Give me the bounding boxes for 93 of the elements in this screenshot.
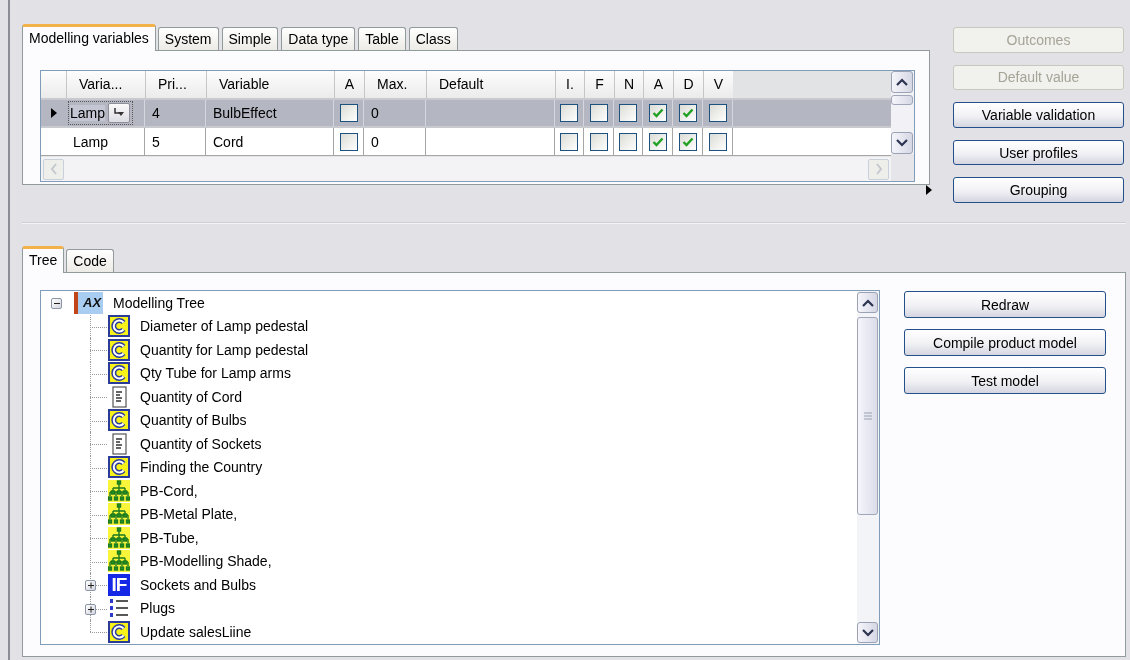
tree-item[interactable]: Finding the Country — [140, 459, 263, 476]
pointer-icon — [926, 185, 932, 195]
table-cell: BulbEffect — [206, 100, 334, 126]
checkbox[interactable] — [648, 132, 667, 151]
tree-item[interactable]: Quantity for Lamp pedestal — [140, 341, 309, 358]
tree-item[interactable]: Quantity of Bulbs — [140, 412, 247, 429]
scrollbar-thumb[interactable] — [891, 95, 913, 105]
plus-icon — [86, 582, 95, 589]
checkbox[interactable] — [589, 132, 608, 151]
column-header[interactable]: F — [584, 71, 614, 98]
scroll-up-button[interactable] — [891, 71, 913, 93]
tree-item[interactable]: Sockets and Bulbs — [140, 576, 256, 593]
table-cell: 4 — [145, 100, 206, 126]
scrollbar-thumb[interactable] — [857, 317, 878, 515]
action-button[interactable]: User profiles — [953, 139, 1124, 166]
tab[interactable]: Simple — [221, 27, 279, 50]
column-header[interactable]: A — [643, 71, 673, 98]
action-button[interactable]: Variable validation — [953, 102, 1124, 128]
tab[interactable]: System — [157, 27, 219, 50]
column-header[interactable]: N — [614, 71, 643, 98]
plus-icon — [86, 605, 95, 613]
action-button[interactable]: Redraw — [904, 291, 1106, 318]
table-cell: 0 — [364, 100, 426, 126]
row-pointer-icon — [49, 107, 58, 119]
scroll-down-button[interactable] — [857, 622, 878, 643]
tab[interactable]: Class — [408, 27, 458, 50]
tab[interactable]: Code — [66, 249, 114, 272]
chevron-left-icon — [49, 163, 58, 175]
action-button[interactable]: Test model — [904, 367, 1106, 394]
collapse-button[interactable] — [51, 298, 62, 309]
type-badge: IF — [108, 573, 130, 596]
checkbox[interactable] — [678, 132, 697, 151]
tree-item[interactable]: Qty Tube for Lamp arms — [140, 365, 291, 382]
tree-item[interactable]: Modelling Tree — [113, 294, 205, 311]
tree-item[interactable]: Update salesLiine — [140, 623, 252, 640]
vertical-scrollbar[interactable] — [857, 291, 879, 644]
action-button[interactable]: Grouping — [953, 177, 1124, 203]
action-button[interactable]: Compile product model — [904, 329, 1106, 356]
grip-icon — [863, 412, 872, 420]
column-header[interactable]: A — [334, 71, 364, 98]
column-header[interactable]: I. — [555, 71, 584, 98]
checkbox[interactable] — [619, 104, 637, 122]
chevron-up-icon — [896, 78, 908, 86]
column-header[interactable]: D — [673, 71, 703, 98]
cell-editor[interactable]: Lamp — [68, 101, 134, 125]
tree-item[interactable]: Quantity of Sockets — [140, 435, 262, 452]
tab[interactable]: Table — [358, 27, 406, 50]
tree-item[interactable]: PB-Tube, — [140, 529, 199, 546]
column-header[interactable]: V — [703, 71, 733, 98]
tree-item[interactable]: Plugs — [140, 600, 176, 617]
column-header[interactable]: Max. — [364, 71, 426, 98]
tab[interactable]: Tree — [22, 246, 65, 273]
tree-item[interactable]: PB-Modelling Shade, — [140, 553, 272, 570]
checkbox[interactable] — [648, 104, 667, 122]
checkbox[interactable] — [560, 132, 578, 151]
expand-button[interactable] — [85, 580, 96, 591]
checkbox[interactable] — [589, 104, 608, 122]
chevron-down-icon — [861, 628, 874, 637]
column-header[interactable]: Variable — [206, 71, 334, 98]
tree-item[interactable]: PB-Metal Plate, — [140, 506, 238, 523]
expand-button[interactable] — [85, 603, 96, 615]
header-corner — [41, 71, 66, 98]
checkbox[interactable] — [339, 104, 358, 122]
table-row[interactable]: Lamp 5 Cord 0 — [41, 128, 891, 156]
checkbox[interactable] — [560, 104, 578, 122]
table-cell: 5 — [145, 128, 206, 155]
column-header[interactable]: Varia... — [66, 71, 145, 98]
chevron-right-icon — [874, 163, 883, 175]
table-cell: Cord — [206, 128, 334, 155]
scrollbar-corner — [891, 154, 914, 181]
vertical-scrollbar[interactable] — [891, 71, 914, 154]
checkbox[interactable] — [708, 104, 727, 122]
tab[interactable]: Data type — [281, 27, 356, 50]
chevron-up-icon — [861, 298, 874, 307]
checkbox[interactable] — [678, 104, 697, 122]
tab[interactable]: Modelling variables — [22, 24, 156, 51]
scroll-up-button[interactable] — [857, 292, 878, 313]
tree-item[interactable]: Quantity of Cord — [140, 388, 242, 405]
table-row[interactable]: Lamp 4 BulbEffect 0 — [41, 100, 891, 128]
type-badge: AX — [74, 291, 104, 314]
checkbox[interactable] — [708, 132, 727, 151]
tree-item[interactable]: PB-Cord, — [140, 482, 198, 499]
tree-item[interactable]: Diameter of Lamp pedestal — [140, 318, 309, 335]
column-header[interactable]: Pri... — [145, 71, 206, 98]
dropdown-button[interactable] — [108, 103, 131, 123]
checkbox[interactable] — [619, 132, 637, 151]
checkbox[interactable] — [339, 132, 358, 151]
column-header[interactable]: Default — [426, 71, 555, 98]
scroll-down-button[interactable] — [891, 132, 913, 154]
table-cell: Lamp — [66, 128, 145, 155]
minus-icon — [52, 300, 61, 307]
table-cell: 0 — [364, 128, 426, 155]
chevron-down-icon — [896, 139, 908, 147]
